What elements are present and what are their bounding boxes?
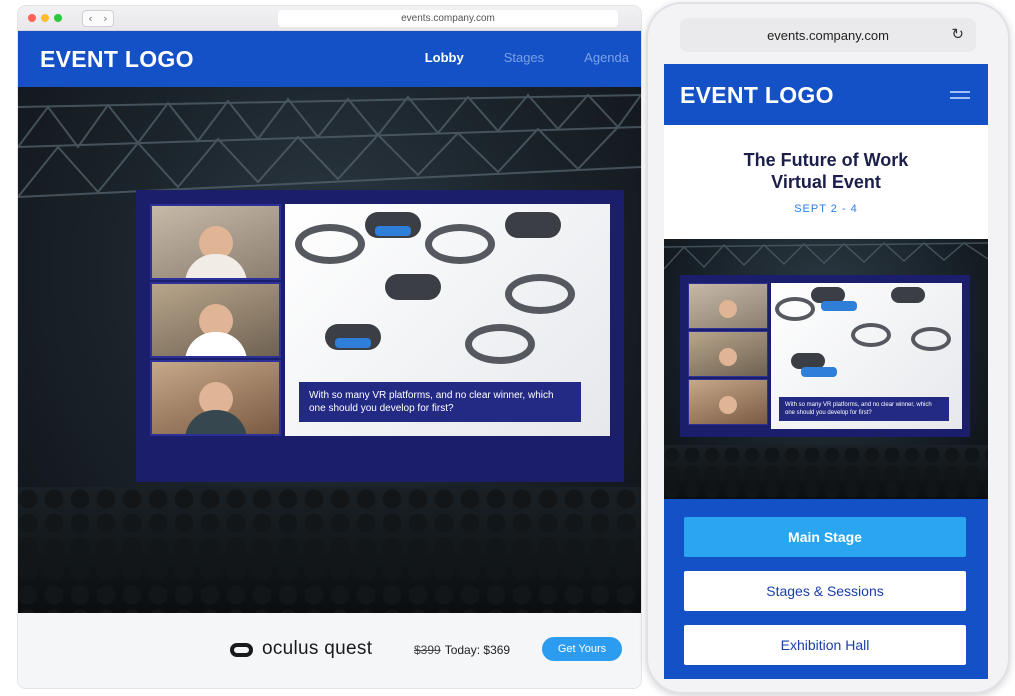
minimize-window-button[interactable]	[41, 14, 49, 22]
sponsor-banner: oculus quest $399 Today: $369 Get Yours	[18, 613, 641, 688]
desktop-browser-window: ‹ › events.company.com EVENT LOGO Lobby …	[18, 6, 641, 688]
event-logo[interactable]: EVENT LOGO	[40, 46, 194, 73]
oculus-logo-icon	[230, 643, 253, 657]
history-nav: ‹ ›	[82, 10, 114, 27]
hamburger-menu-icon[interactable]	[950, 91, 970, 103]
event-hero: The Future of Work Virtual Event SEPT 2 …	[664, 125, 988, 239]
video-tile-speaker-3[interactable]	[688, 379, 768, 425]
ceiling-truss	[664, 241, 988, 270]
event-logo[interactable]: EVENT LOGO	[680, 82, 834, 109]
vr-headset-graphic	[791, 353, 837, 377]
video-tile-speaker-2[interactable]	[150, 282, 281, 358]
mobile-address-bar[interactable]: events.company.com ↻	[680, 18, 976, 52]
exhibition-hall-button[interactable]: Exhibition Hall	[684, 625, 966, 665]
video-tile-speaker-1[interactable]	[150, 204, 281, 280]
audience-silhouettes	[664, 445, 988, 499]
reload-icon[interactable]: ↻	[951, 25, 964, 43]
person-avatar	[719, 396, 737, 414]
stage-screen: With so many VR platforms, and no clear …	[680, 275, 970, 437]
event-title-line-1: The Future of Work	[743, 150, 909, 170]
video-tile-speaker-2[interactable]	[688, 331, 768, 377]
mobile-header: EVENT LOGO	[664, 64, 988, 125]
nav-agenda[interactable]: Agenda	[584, 50, 629, 65]
vr-headset-graphic	[365, 212, 421, 238]
mobile-nav-panel: Main Stage Stages & Sessions Exhibition …	[664, 499, 988, 679]
today-price: Today: $369	[444, 643, 511, 657]
speaker-body	[184, 410, 247, 434]
vr-headset-graphic	[891, 287, 925, 303]
event-title: The Future of Work Virtual Event	[664, 149, 988, 193]
slide-caption: With so many VR platforms, and no clear …	[299, 382, 581, 422]
slide-caption: With so many VR platforms, and no clear …	[779, 397, 949, 421]
back-chevron-icon[interactable]: ‹	[88, 12, 92, 25]
browser-toolbar: ‹ › events.company.com	[18, 6, 641, 31]
nav-stages[interactable]: Stages	[504, 50, 544, 65]
event-title-line-2: Virtual Event	[771, 172, 881, 192]
mobile-url: events.company.com	[767, 27, 889, 43]
person-avatar	[719, 348, 737, 366]
speaker-body	[184, 332, 247, 356]
get-yours-button[interactable]: Get Yours	[542, 637, 622, 661]
event-date: SEPT 2 - 4	[794, 203, 858, 215]
forward-chevron-icon[interactable]: ›	[103, 12, 107, 25]
close-window-button[interactable]	[28, 14, 36, 22]
old-price: $399	[414, 643, 441, 657]
vr-headset-graphic	[465, 324, 535, 364]
audience-silhouettes	[18, 487, 641, 613]
vr-headset-graphic	[325, 324, 381, 350]
vr-headset-graphic	[775, 297, 815, 321]
vr-headset-graphic	[851, 323, 891, 347]
main-stage-button[interactable]: Main Stage	[684, 517, 966, 557]
mobile-device: events.company.com ↻ EVENT LOGO The Futu…	[646, 2, 1010, 694]
vr-headset-graphic	[385, 274, 441, 300]
vr-headset-graphic	[505, 212, 561, 238]
presentation-slide: With so many VR platforms, and no clear …	[285, 204, 610, 436]
stages-sessions-button[interactable]: Stages & Sessions	[684, 571, 966, 611]
vr-headset-graphic	[911, 327, 951, 351]
sponsor-brand: oculus quest	[262, 638, 373, 659]
speaker-body	[184, 254, 247, 278]
virtual-auditorium-image: With so many VR platforms, and no clear …	[18, 87, 641, 613]
address-bar[interactable]: events.company.com	[278, 10, 618, 27]
vr-headset-graphic	[425, 224, 495, 264]
vr-headset-graphic	[295, 224, 365, 264]
site-header: EVENT LOGO Lobby Stages Agenda	[18, 31, 641, 87]
main-nav: Lobby Stages Agenda	[425, 50, 629, 65]
vr-headset-graphic	[811, 287, 857, 311]
video-tile-speaker-1[interactable]	[688, 283, 768, 329]
stage-screen: With so many VR platforms, and no clear …	[136, 190, 624, 482]
maximize-window-button[interactable]	[54, 14, 62, 22]
sponsor-price: $399 Today: $369	[414, 643, 510, 657]
video-tile-speaker-3[interactable]	[150, 360, 281, 436]
composite-mockup: ‹ › events.company.com EVENT LOGO Lobby …	[0, 0, 1015, 696]
vr-headset-graphic	[505, 274, 575, 314]
nav-lobby[interactable]: Lobby	[425, 50, 464, 65]
person-avatar	[719, 300, 737, 318]
presentation-slide: With so many VR platforms, and no clear …	[771, 283, 962, 429]
mobile-auditorium-image: With so many VR platforms, and no clear …	[664, 239, 988, 499]
